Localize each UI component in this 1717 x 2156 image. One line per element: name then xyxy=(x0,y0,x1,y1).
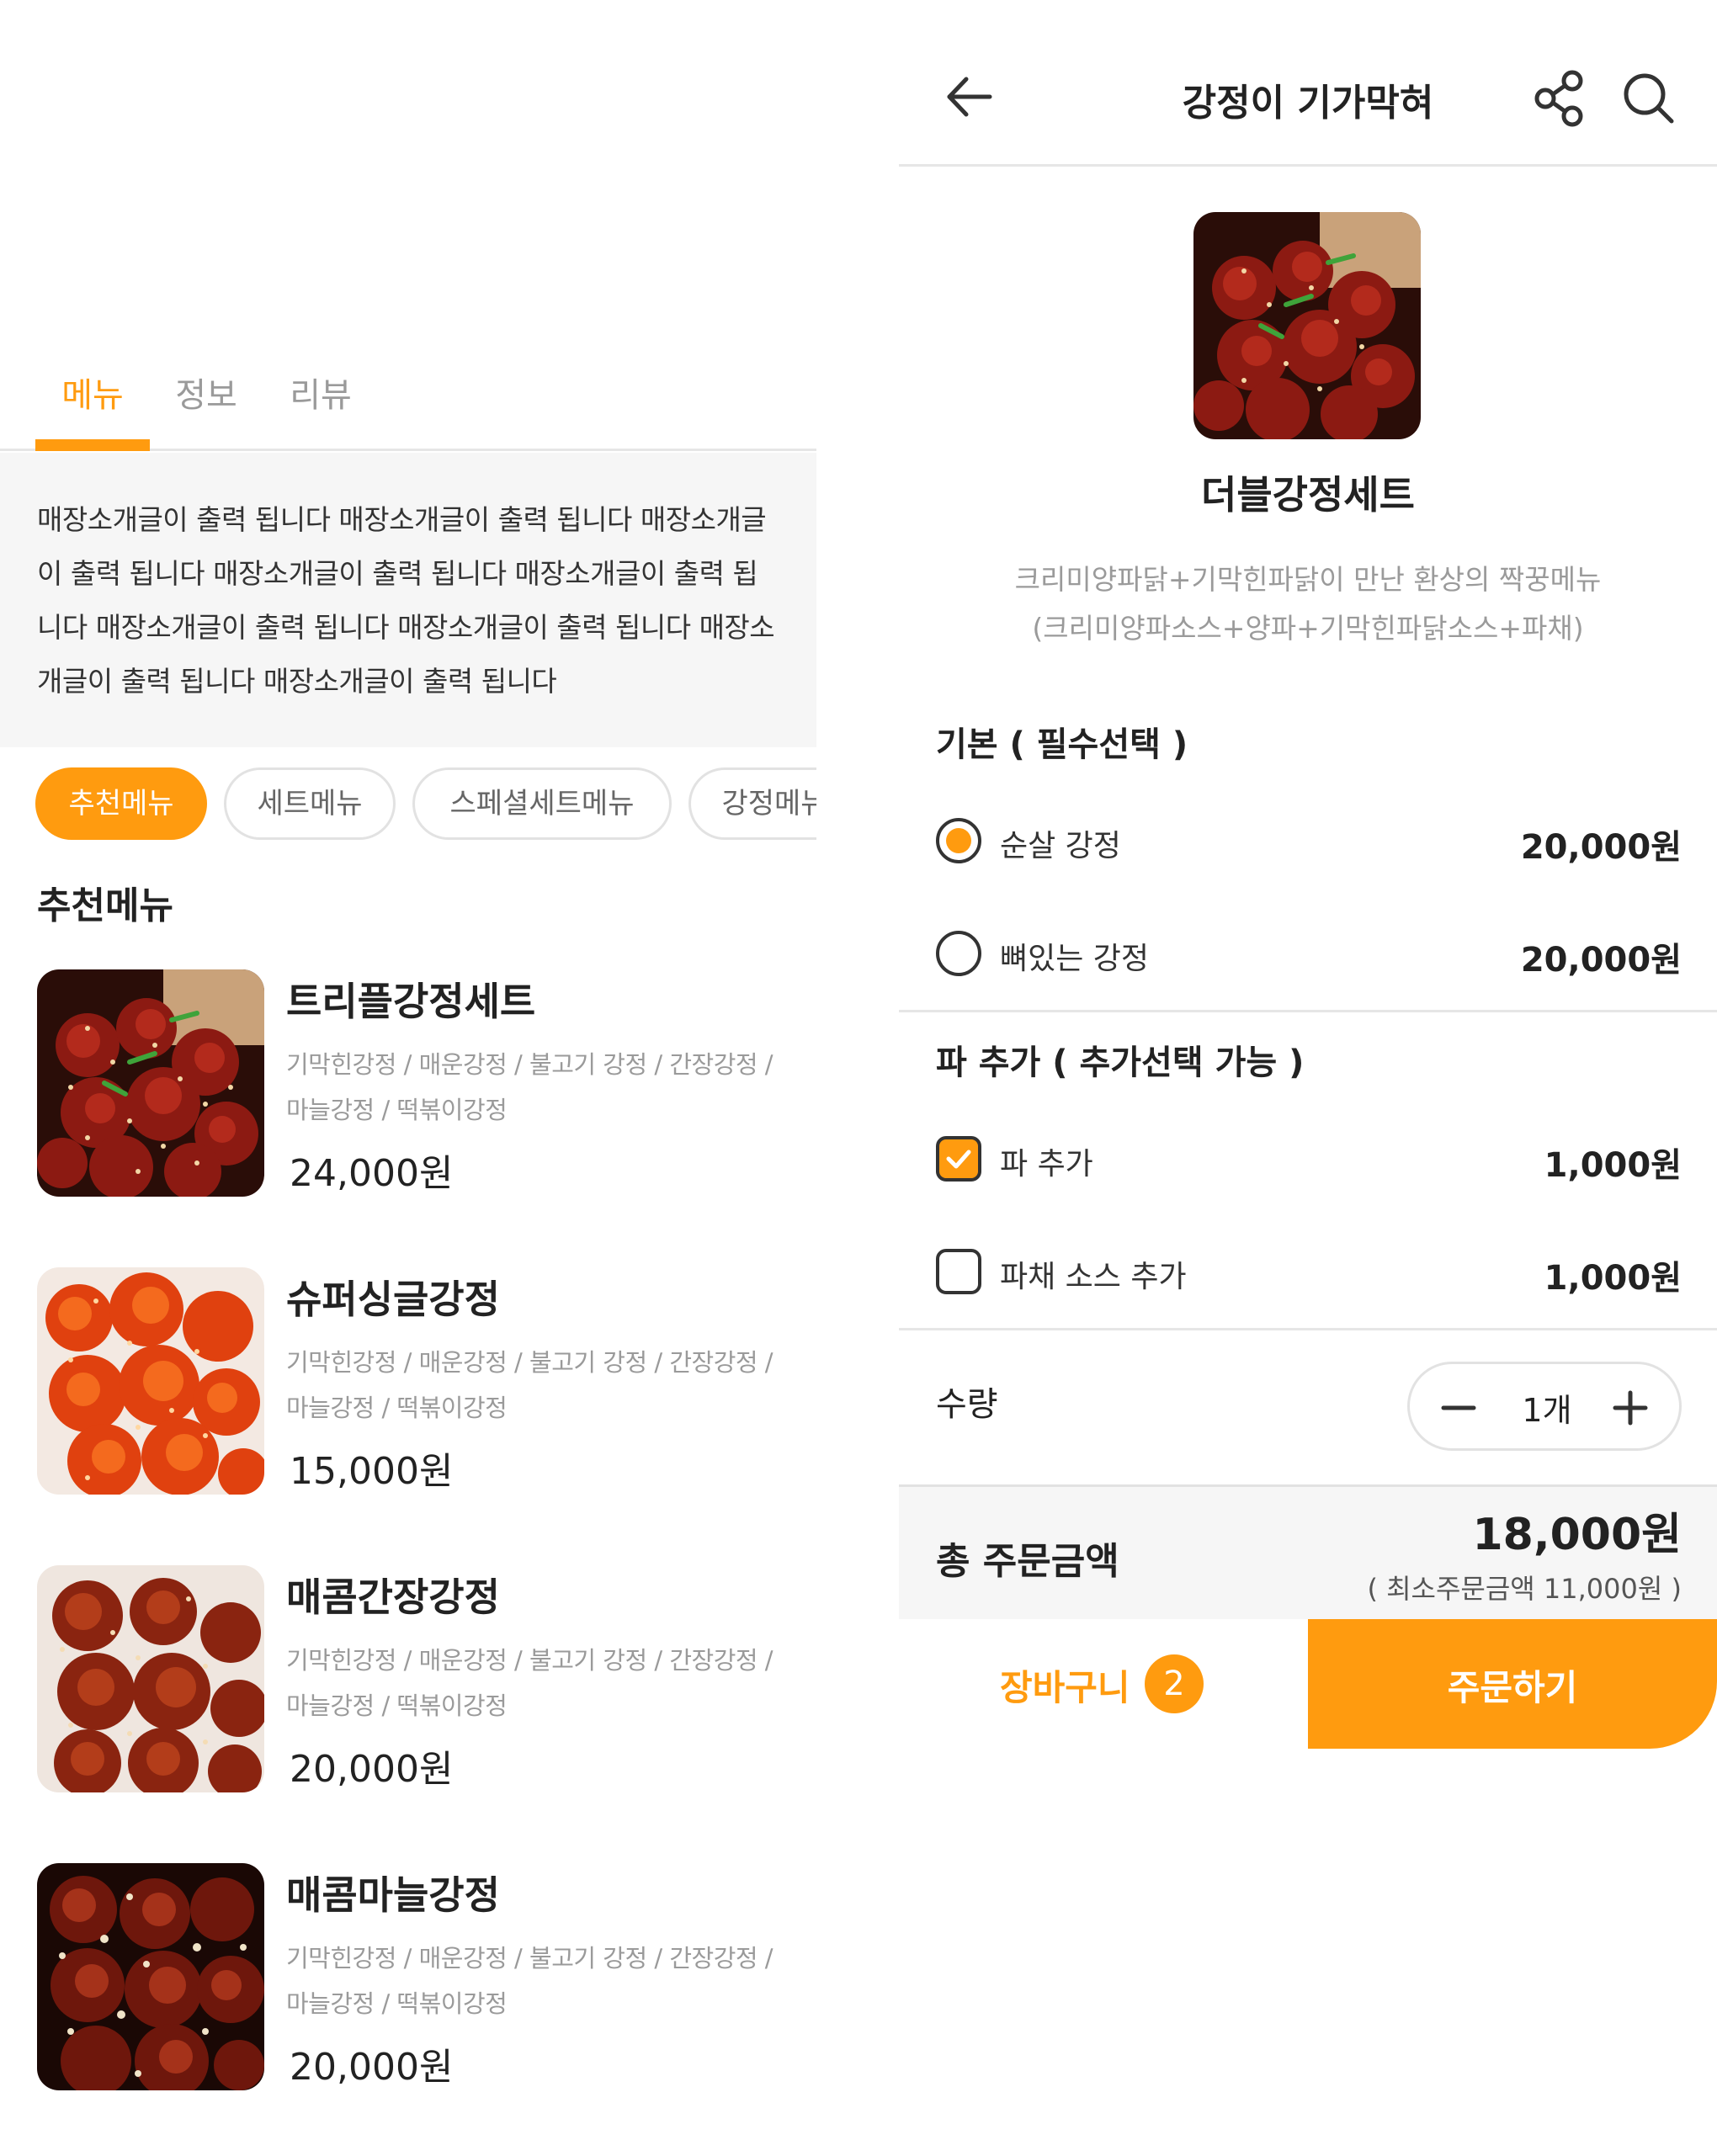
menu-item-price: 24,000원 xyxy=(290,1152,454,1195)
chip-special-set[interactable]: 스페셜세트메뉴 xyxy=(412,767,672,840)
option-label: 뼈있는 강정 xyxy=(1000,942,1150,976)
option-add-scallion[interactable]: 파 추가 1,000원 xyxy=(936,1131,1682,1185)
tab-menu[interactable]: 메뉴 xyxy=(35,362,150,451)
tab-info-label: 정보 xyxy=(175,376,237,415)
product-desc-line: (크리미양파소스+양파+기막힌파닭소스+파채) xyxy=(1032,612,1584,645)
menu-item[interactable]: 트리플강정세트 기막힌강정 / 매운강정 / 불고기 강정 / 간장강정 / 마… xyxy=(37,969,795,1197)
checkbox-checked-icon[interactable] xyxy=(936,1136,981,1182)
store-menu-screen: 메뉴 정보 리뷰 매장소개글이 출력 됩니다 매장소개글이 출력 됩니다 매장소… xyxy=(0,0,816,2156)
menu-item-image xyxy=(37,1267,264,1495)
option-price: 20,000원 xyxy=(1520,828,1682,867)
increase-button[interactable] xyxy=(1605,1383,1656,1433)
category-chips: 추천메뉴 세트메뉴 스페셜세트메뉴 강정메뉴 xyxy=(0,767,816,843)
tab-active-indicator xyxy=(35,439,150,451)
option-price: 1,000원 xyxy=(1544,1259,1682,1298)
minimum-order-amount: ( 최소주문금액 11,000원 ) xyxy=(1367,1573,1682,1605)
menu-item-desc: 기막힌강정 / 매운강정 / 불고기 강정 / 간장강정 / 마늘강정 / 떡볶… xyxy=(286,1348,773,1422)
option-add-scallion-sauce[interactable]: 파채 소스 추가 1,000원 xyxy=(936,1244,1682,1298)
plus-icon xyxy=(1613,1390,1648,1426)
menu-detail-screen: 강정이 기가막혀 더블강정세트 크리미양파닭+기막힌파닭이 만난 환상의 짝꿍메… xyxy=(899,0,1717,2156)
chip-label: 추천메뉴 xyxy=(68,787,174,820)
check-icon xyxy=(946,1150,971,1169)
total-price: 18,000원 xyxy=(1472,1510,1682,1560)
quantity-stepper: 1개 xyxy=(1407,1362,1682,1451)
search-button[interactable] xyxy=(1619,69,1678,128)
menu-item-name: 매콤마늘강정 xyxy=(286,1872,500,1918)
chip-recommended[interactable]: 추천메뉴 xyxy=(35,767,207,840)
option-bone-in[interactable]: 뼈있는 강정 20,000원 xyxy=(936,926,1682,980)
top-app-bar: 강정이 기가막혀 xyxy=(899,0,1717,167)
product-desc-line: 크리미양파닭+기막힌파닭이 만난 환상의 짝꿍메뉴 xyxy=(1014,563,1602,596)
option-group-title: 파 추가 ( 추가선택 가능 ) xyxy=(936,1043,1305,1082)
store-intro: 매장소개글이 출력 됩니다 매장소개글이 출력 됩니다 매장소개글이 출력 됩니… xyxy=(0,453,816,747)
order-total: 총 주문금액 18,000원 ( 최소주문금액 11,000원 ) xyxy=(899,1484,1717,1619)
store-tabs: 메뉴 정보 리뷰 xyxy=(0,362,816,451)
menu-item[interactable]: 매콤간장강정 기막힌강정 / 매운강정 / 불고기 강정 / 간장강정 / 마늘… xyxy=(37,1565,795,1792)
cart-count-badge: 2 xyxy=(1145,1654,1204,1713)
store-title: 강정이 기가막혀 xyxy=(1182,82,1434,125)
menu-item-image xyxy=(37,1565,264,1792)
menu-item-name: 슈퍼싱글강정 xyxy=(286,1277,500,1322)
chip-label: 강정메뉴 xyxy=(721,787,816,820)
product-image xyxy=(1193,212,1421,439)
cart-label: 장바구니 xyxy=(1000,1667,1130,1708)
chip-gangjeong[interactable]: 강정메뉴 xyxy=(688,767,816,840)
tab-review-label: 리뷰 xyxy=(290,376,352,415)
menu-item-price: 20,000원 xyxy=(290,1748,454,1791)
chip-set-menu[interactable]: 세트메뉴 xyxy=(224,767,396,840)
menu-item-image xyxy=(37,969,264,1197)
menu-item-name: 매콤간장강정 xyxy=(286,1575,500,1620)
menu-item[interactable]: 매콤마늘강정 기막힌강정 / 매운강정 / 불고기 강정 / 간장강정 / 마늘… xyxy=(37,1863,795,2090)
chip-label: 스페셜세트메뉴 xyxy=(449,787,635,820)
tab-review[interactable]: 리뷰 xyxy=(274,362,367,451)
menu-item-name: 트리플강정세트 xyxy=(286,979,536,1024)
menu-item-desc: 기막힌강정 / 매운강정 / 불고기 강정 / 간장강정 / 마늘강정 / 떡볶… xyxy=(286,1050,773,1124)
checkbox-icon[interactable] xyxy=(936,1249,981,1294)
radio-selected-icon[interactable] xyxy=(936,818,981,863)
divider xyxy=(899,1328,1717,1330)
tab-info[interactable]: 정보 xyxy=(160,362,252,451)
menu-item-desc: 기막힌강정 / 매운강정 / 불고기 강정 / 간장강정 / 마늘강정 / 떡볶… xyxy=(286,1944,773,2018)
option-boneless[interactable]: 순살 강정 20,000원 xyxy=(936,813,1682,867)
order-label: 주문하기 xyxy=(1447,1667,1578,1708)
menu-item-price: 15,000원 xyxy=(290,1450,454,1493)
product-description: 크리미양파닭+기막힌파닭이 만난 환상의 짝꿍메뉴 (크리미양파소스+양파+기막… xyxy=(899,555,1717,653)
menu-item-desc: 기막힌강정 / 매운강정 / 불고기 강정 / 간장강정 / 마늘강정 / 떡볶… xyxy=(286,1646,773,1720)
option-price: 1,000원 xyxy=(1544,1146,1682,1185)
share-icon xyxy=(1534,70,1583,127)
chip-label: 세트메뉴 xyxy=(257,787,363,820)
cart-button[interactable]: 장바구니 2 xyxy=(899,1619,1308,1749)
menu-item-price: 20,000원 xyxy=(290,2046,454,2089)
total-label: 총 주문금액 xyxy=(936,1540,1119,1583)
radio-icon[interactable] xyxy=(936,931,981,976)
product-name: 더블강정세트 xyxy=(1201,472,1415,518)
store-intro-text: 매장소개글이 출력 됩니다 매장소개글이 출력 됩니다 매장소개글이 출력 됩니… xyxy=(37,503,775,698)
quantity-label: 수량 xyxy=(936,1385,998,1424)
share-button[interactable] xyxy=(1532,69,1587,128)
divider xyxy=(899,1010,1717,1012)
tab-menu-label: 메뉴 xyxy=(61,376,124,415)
option-group-title: 기본 ( 필수선택 ) xyxy=(936,725,1188,764)
option-label: 파채 소스 추가 xyxy=(1000,1260,1187,1294)
option-label: 파 추가 xyxy=(1000,1147,1093,1182)
section-title: 추천메뉴 xyxy=(37,884,173,927)
menu-item[interactable]: 슈퍼싱글강정 기막힌강정 / 매운강정 / 불고기 강정 / 간장강정 / 마늘… xyxy=(37,1267,795,1495)
menu-item-image xyxy=(37,1863,264,2090)
option-label: 순살 강정 xyxy=(1000,829,1121,863)
search-icon xyxy=(1624,73,1674,124)
order-button[interactable]: 주문하기 xyxy=(1308,1619,1717,1749)
option-price: 20,000원 xyxy=(1520,941,1682,980)
